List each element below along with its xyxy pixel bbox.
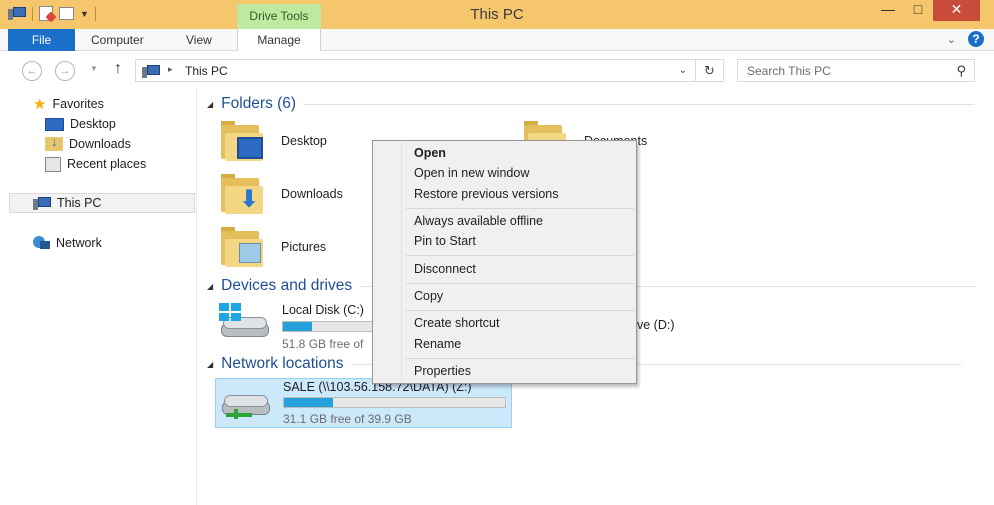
downloads-icon xyxy=(45,134,63,151)
menu-item-pin-to-start[interactable]: Pin to Start xyxy=(414,234,476,248)
drive-d[interactable]: ve (D:) xyxy=(637,318,737,338)
tab-computer[interactable]: Computer xyxy=(91,29,144,51)
title-bar: ▼ Drive Tools This PC — □ ✕ xyxy=(0,0,994,29)
nav-label: Network xyxy=(56,236,102,250)
menu-item-always-available-offline[interactable]: Always available offline xyxy=(414,214,543,228)
star-icon: ★ xyxy=(33,96,47,113)
nav-desktop[interactable]: Desktop xyxy=(45,114,116,134)
recent-places-icon xyxy=(45,156,61,172)
group-header-folders[interactable]: ◢ Folders (6) xyxy=(207,95,975,113)
folder-label: Pictures xyxy=(281,240,327,254)
folder-pictures[interactable]: Pictures xyxy=(221,227,326,267)
menu-item-open[interactable]: Open xyxy=(414,146,446,160)
nav-label: Downloads xyxy=(69,137,131,151)
folder-desktop[interactable]: Desktop xyxy=(221,121,327,161)
computer-icon xyxy=(142,65,160,78)
collapse-icon[interactable]: ◢ xyxy=(207,282,213,291)
minimize-button[interactable]: — xyxy=(873,0,903,21)
desktop-icon xyxy=(45,117,64,131)
forward-button[interactable]: → xyxy=(55,61,75,81)
network-drive-icon xyxy=(220,387,272,423)
ribbon-tabs: File Computer View Manage ⌄ ? xyxy=(0,29,994,52)
group-title: Folders (6) xyxy=(221,95,297,112)
tab-file[interactable]: File xyxy=(8,29,75,51)
context-menu: Open Open in new window Restore previous… xyxy=(372,140,637,384)
network-icon xyxy=(33,236,50,250)
menu-separator xyxy=(406,358,634,359)
search-icon[interactable]: ⚲ xyxy=(956,63,966,79)
search-input[interactable] xyxy=(738,60,943,81)
drive-name: ve (D:) xyxy=(637,318,675,332)
computer-icon xyxy=(33,196,51,210)
nav-this-pc[interactable]: This PC xyxy=(9,193,195,213)
search-box[interactable]: ⚲ xyxy=(737,59,975,82)
menu-item-rename[interactable]: Rename xyxy=(414,337,461,351)
menu-item-disconnect[interactable]: Disconnect xyxy=(414,262,476,276)
help-icon[interactable]: ? xyxy=(968,31,984,47)
nav-network[interactable]: Network xyxy=(33,233,102,253)
menu-separator xyxy=(406,310,634,311)
group-title: Devices and drives xyxy=(221,277,353,294)
folder-downloads[interactable]: ⬇ Downloads xyxy=(221,174,343,214)
drive-name: Local Disk (C:) xyxy=(282,303,364,317)
desktop-folder-icon xyxy=(221,121,263,161)
drive-free-space: 51.8 GB free of xyxy=(282,337,364,351)
local-disk-icon xyxy=(219,303,271,345)
menu-gutter xyxy=(401,143,402,381)
menu-separator xyxy=(406,255,634,256)
tab-view[interactable]: View xyxy=(186,29,212,51)
nav-label: Favorites xyxy=(52,97,104,111)
breadcrumb-separator[interactable]: ▸ xyxy=(168,64,173,75)
nav-downloads[interactable]: Downloads xyxy=(45,134,131,154)
drive-usage-fill xyxy=(284,398,333,407)
menu-item-open-new-window[interactable]: Open in new window xyxy=(414,166,529,180)
menu-item-copy[interactable]: Copy xyxy=(414,289,443,303)
downloads-folder-icon: ⬇ xyxy=(221,174,263,214)
menu-item-restore-previous-versions[interactable]: Restore previous versions xyxy=(414,187,559,201)
nav-label: Desktop xyxy=(70,117,116,131)
address-dropdown-icon[interactable]: ⌄ xyxy=(679,65,687,76)
right-edge xyxy=(984,87,994,505)
collapse-icon[interactable]: ◢ xyxy=(207,100,213,109)
back-button[interactable]: ← xyxy=(22,61,42,81)
chevron-down-icon[interactable]: ⌄ xyxy=(947,33,956,46)
close-button[interactable]: ✕ xyxy=(933,0,980,21)
menu-item-properties[interactable]: Properties xyxy=(414,364,471,378)
window-title: This PC xyxy=(470,6,524,23)
network-drive-z[interactable]: SALE (\\103.56.158.72\DATA) (Z:) 31.1 GB… xyxy=(215,378,512,428)
recent-locations-dropdown[interactable]: ▼ xyxy=(90,64,98,73)
pictures-folder-icon xyxy=(221,227,263,267)
group-divider xyxy=(304,103,975,105)
maximize-button[interactable]: □ xyxy=(903,0,933,21)
navigation-pane: ★ Favorites Desktop Downloads Recent pla… xyxy=(0,87,197,505)
refresh-button[interactable]: ↻ xyxy=(695,60,723,81)
group-title: Network locations xyxy=(221,355,344,372)
up-button[interactable]: ↑ xyxy=(114,60,122,78)
nav-label: Recent places xyxy=(67,157,147,171)
folder-label: Downloads xyxy=(281,187,343,201)
ribbon-right-controls: ⌄ ? xyxy=(947,31,984,47)
drive-usage-fill xyxy=(283,322,312,331)
nav-label: This PC xyxy=(57,196,102,210)
nav-recent-places[interactable]: Recent places xyxy=(45,154,146,174)
navigation-bar: ← → ▼ ↑ ▸ This PC ⌄ ↻ ⚲ xyxy=(0,51,994,87)
menu-separator xyxy=(406,208,634,209)
drive-free-space: 31.1 GB free of 39.9 GB xyxy=(283,412,412,426)
drive-usage-bar xyxy=(283,397,506,408)
collapse-icon[interactable]: ◢ xyxy=(207,360,213,369)
menu-item-create-shortcut[interactable]: Create shortcut xyxy=(414,316,499,330)
folder-label: Desktop xyxy=(281,134,327,148)
nav-favorites[interactable]: ★ Favorites xyxy=(33,94,104,114)
breadcrumb-this-pc[interactable]: This PC xyxy=(185,64,228,78)
window-controls: — □ ✕ xyxy=(873,0,980,21)
address-bar[interactable]: ▸ This PC ⌄ ↻ xyxy=(135,59,724,82)
menu-separator xyxy=(406,283,634,284)
tab-manage[interactable]: Manage xyxy=(237,29,321,52)
